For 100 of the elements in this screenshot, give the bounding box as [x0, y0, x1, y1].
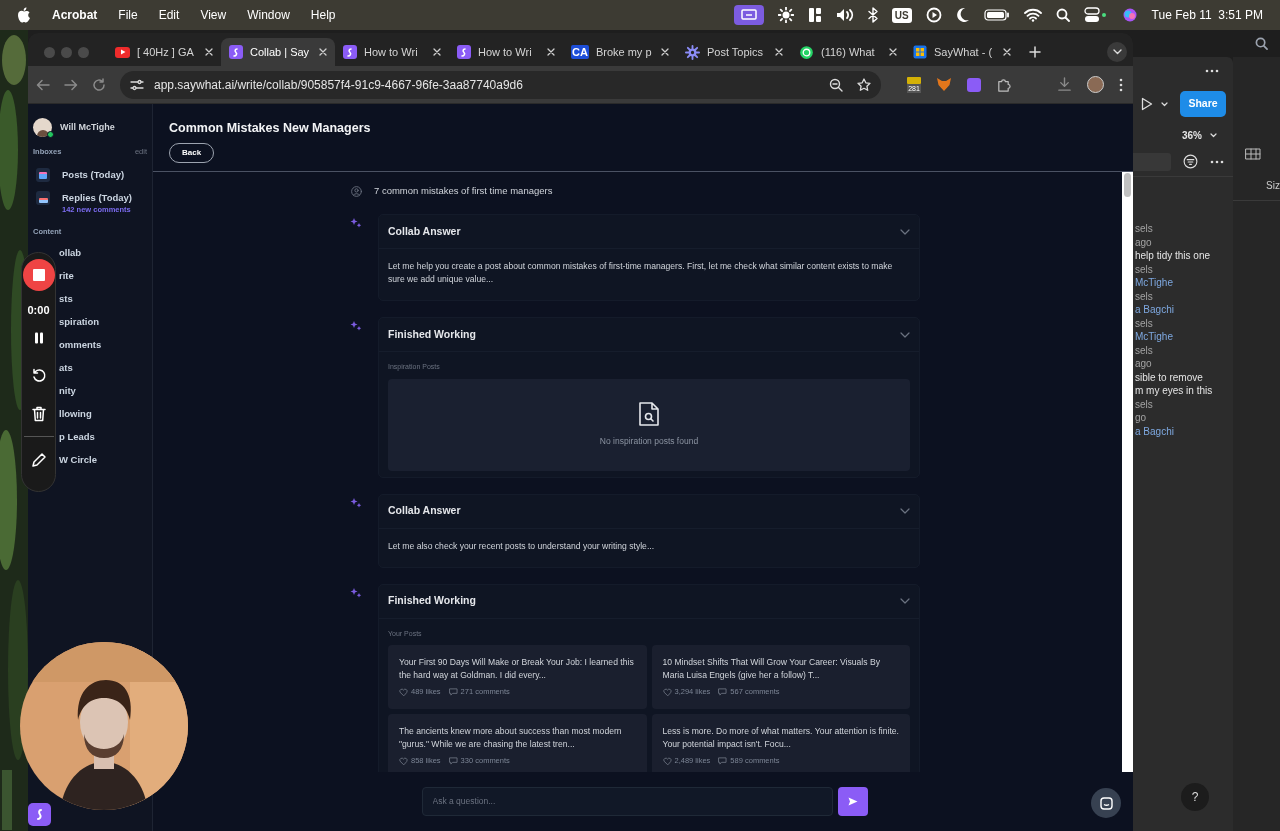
- close-icon[interactable]: [433, 48, 441, 56]
- share-button[interactable]: Share: [1180, 91, 1226, 117]
- chevron-down-icon[interactable]: [900, 598, 910, 605]
- star-icon[interactable]: [857, 77, 871, 92]
- control-center-icon[interactable]: [1083, 7, 1108, 23]
- caret-icon: [1161, 101, 1168, 107]
- sidebar-item[interactable]: ollab: [59, 245, 82, 261]
- filter-icon[interactable]: [1183, 154, 1198, 169]
- browser-tab[interactable]: How to Wri: [335, 38, 449, 66]
- tab-title: SayWhat - (: [934, 44, 993, 60]
- inbox-item[interactable]: Posts (Today): [28, 165, 152, 186]
- chevron-down-icon[interactable]: [900, 331, 910, 338]
- close-icon[interactable]: [205, 48, 213, 56]
- reload-icon[interactable]: [92, 77, 106, 92]
- screen-mirror-icon[interactable]: [733, 5, 764, 25]
- play-icon[interactable]: [1141, 97, 1153, 111]
- sun-icon[interactable]: [777, 7, 794, 23]
- zoom-icon[interactable]: [829, 77, 843, 92]
- browser-tab[interactable]: Collab | Say: [221, 38, 335, 66]
- download-icon[interactable]: [1057, 77, 1072, 92]
- sidebar-item[interactable]: nity: [59, 383, 76, 399]
- inbox-tray-icon: [36, 191, 50, 206]
- menu-item[interactable]: Edit: [158, 6, 180, 24]
- close-icon[interactable]: [319, 48, 327, 56]
- menu-item[interactable]: Window: [247, 6, 290, 24]
- chevron-down-icon[interactable]: [900, 228, 910, 235]
- sidebar-item[interactable]: omments: [59, 337, 102, 353]
- new-tab-icon[interactable]: [1029, 46, 1041, 58]
- browser-tab[interactable]: Post Topics: [677, 38, 791, 66]
- send-button[interactable]: [837, 787, 868, 816]
- tab-search-button[interactable]: [1107, 42, 1127, 62]
- menu-item[interactable]: Help: [310, 6, 336, 24]
- close-icon[interactable]: [775, 48, 783, 56]
- comment-fragment: ago: [1135, 357, 1153, 371]
- sidebar-item[interactable]: llowing: [59, 406, 92, 422]
- search-icon[interactable]: [1255, 37, 1268, 50]
- browser-tab[interactable]: SayWhat - (: [905, 38, 1019, 66]
- ask-input-field[interactable]: Ask a question...: [421, 787, 833, 816]
- apple-icon[interactable]: [17, 7, 31, 23]
- search-icon[interactable]: [1055, 8, 1070, 22]
- volume-icon[interactable]: [835, 8, 854, 22]
- app-dock-icon[interactable]: [28, 803, 51, 826]
- puzzle-icon[interactable]: [996, 77, 1011, 92]
- zoom-level[interactable]: 36%: [1182, 127, 1202, 143]
- menu-item[interactable]: File: [118, 6, 138, 24]
- profile-avatar[interactable]: [1087, 76, 1104, 93]
- close-icon[interactable]: [889, 48, 897, 56]
- chevron-down-icon[interactable]: [900, 508, 910, 515]
- layout-icon[interactable]: [807, 7, 822, 23]
- browser-tab[interactable]: CA Broke my p: [563, 38, 677, 66]
- sidebar-item[interactable]: ats: [59, 360, 73, 376]
- comment-fragment: sels: [1135, 316, 1154, 330]
- forward-icon[interactable]: [64, 77, 78, 92]
- sidebar-item[interactable]: p Leads: [59, 429, 95, 445]
- ask-input-field[interactable]: Ask a question...: [432, 795, 822, 808]
- sidebar-item[interactable]: W Circle: [59, 452, 97, 468]
- pen-icon[interactable]: [30, 451, 47, 468]
- close-icon[interactable]: [547, 48, 555, 56]
- sidebar-item[interactable]: rite: [59, 268, 74, 284]
- more-icon[interactable]: [1210, 159, 1224, 164]
- trash-icon[interactable]: [31, 405, 46, 422]
- menu-item[interactable]: View: [200, 6, 227, 24]
- battery-icon[interactable]: [983, 8, 1010, 22]
- menu-clock[interactable]: Tue Feb 11 3:51 PM: [1151, 6, 1263, 24]
- comment-fragment: sels: [1135, 343, 1154, 357]
- message-title: Finished Working: [388, 593, 476, 609]
- moon-icon[interactable]: [955, 7, 970, 23]
- browser-tab[interactable]: How to Wri: [449, 38, 563, 66]
- wifi-icon[interactable]: [1023, 8, 1042, 22]
- play-circle-icon[interactable]: [925, 7, 942, 23]
- bluetooth-icon[interactable]: [867, 7, 878, 23]
- stop-recording-button[interactable]: [22, 259, 55, 291]
- send-icon: [847, 797, 858, 806]
- address-bar[interactable]: app.saywhat.ai/write/collab/905857f4-91c9-4667-96fe-3aa87740a9d6: [120, 70, 881, 99]
- scrollbar[interactable]: [1122, 172, 1133, 772]
- post-text: 10 Mindset Shifts That Will Grow Your Career: Visuals By Maria Luisa Engels (give her a follow) T...: [662, 656, 881, 683]
- pause-icon[interactable]: [33, 331, 44, 344]
- close-icon[interactable]: [1003, 48, 1011, 56]
- more-icon[interactable]: [1205, 69, 1219, 73]
- back-icon[interactable]: [36, 77, 50, 92]
- browser-tab[interactable]: [ 40Hz ] GA: [107, 38, 221, 66]
- siri-icon[interactable]: [1121, 7, 1138, 23]
- restart-icon[interactable]: [30, 367, 47, 384]
- browser-tab[interactable]: (116) What: [791, 38, 905, 66]
- tab-title: How to Wri: [478, 44, 532, 60]
- url-text: app.saywhat.ai/write/collab/905857f4-91c9-4667-96fe-3aa87740a9d6: [154, 76, 523, 94]
- kebab-menu-icon[interactable]: [1119, 77, 1123, 92]
- tab-title: Post Topics: [707, 44, 764, 60]
- filter-field[interactable]: [1133, 152, 1171, 171]
- sidebar-item[interactable]: sts: [59, 291, 73, 307]
- user-prompt: 7 common mistakes of first time managers: [374, 184, 553, 198]
- empty-state-text: No inspiration posts found: [599, 435, 699, 449]
- app-extension-icon[interactable]: [967, 77, 981, 92]
- app-name[interactable]: Acrobat: [52, 6, 98, 24]
- fox-icon[interactable]: [936, 77, 952, 92]
- keyboard-input-badge[interactable]: US: [891, 7, 912, 23]
- sidebar-item[interactable]: spiration: [59, 314, 100, 330]
- chat-support-button[interactable]: [1091, 788, 1121, 818]
- close-icon[interactable]: [661, 48, 669, 56]
- inbox-label: Posts (Today): [62, 168, 125, 183]
